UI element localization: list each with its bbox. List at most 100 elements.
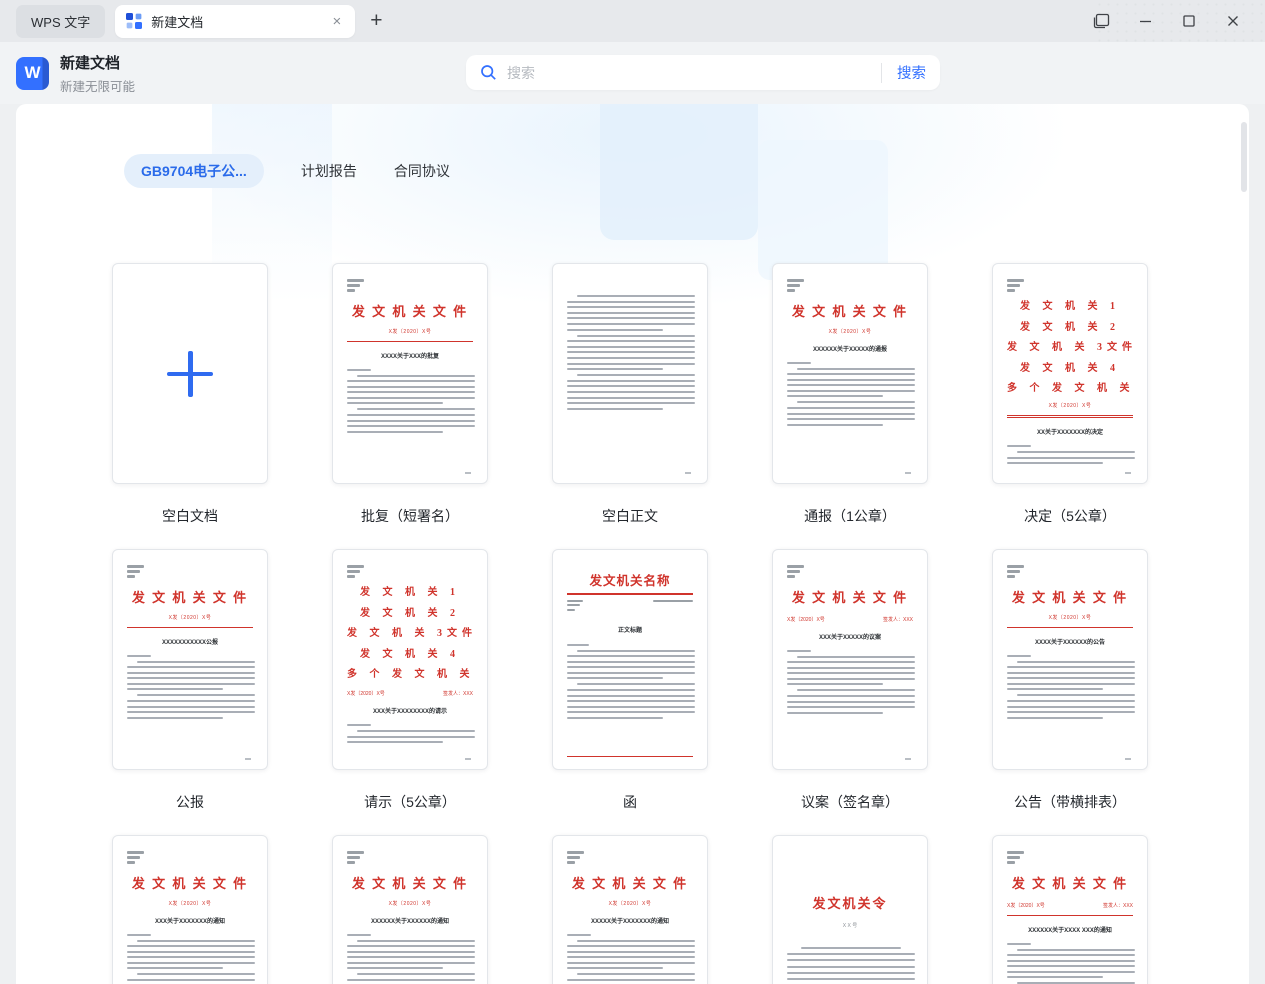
template-thumbnail[interactable]: 发 文 机 关 文 件 X发〔2020〕X号 XXXXXX关于XXXXXX的通知 xyxy=(332,835,488,984)
text-line-decor xyxy=(1007,677,1135,680)
issue-number: X发〔2020〕X号 xyxy=(388,900,432,907)
body-text-block xyxy=(567,295,695,410)
text-line-decor xyxy=(787,407,915,410)
workspace-windows-icon[interactable] xyxy=(1079,0,1123,42)
text-line-decor xyxy=(347,933,371,936)
template-thumbnail[interactable]: 发 文 机 关 文 件 X发〔2020〕X号 XXX关于XXXXXXX的通知 xyxy=(112,835,268,984)
template-thumbnail[interactable]: 发 文 机 关 文 件 X发〔2020〕X号 签发人：XXX XXXXXX关于XXXX… xyxy=(992,835,1148,984)
text-line-decor xyxy=(347,945,475,948)
letterhead-org-title: 发文机关名称 xyxy=(589,574,671,588)
text-line-decor xyxy=(347,279,364,282)
text-line-decor xyxy=(127,961,255,964)
issue-number: X发〔2020〕X号 xyxy=(787,616,825,623)
text-line-decor xyxy=(347,391,475,394)
text-line-decor xyxy=(1007,682,1135,685)
document-tab-new-document[interactable]: 新建文档 × xyxy=(115,4,356,38)
text-line-decor xyxy=(787,677,915,680)
search-input[interactable] xyxy=(507,64,875,81)
issuing-org-line: 多 个 发 文 机 关 xyxy=(347,669,475,680)
search-button[interactable]: 搜索 xyxy=(897,62,926,83)
category-tabs: GB9704电子公... 计划报告 合同协议 xyxy=(16,104,1249,188)
template-grid: 空白文档发 文 机 关 文 件 X发〔2020〕X号 XXXX关于XXX的批复 批复（… xyxy=(112,263,1249,984)
issue-number: X发〔2020〕X号 xyxy=(388,328,432,335)
text-line-decor xyxy=(1017,660,1135,663)
scrollbar-thumb[interactable] xyxy=(1241,122,1247,192)
page-header: W 新建文档 新建无限可能 搜索 xyxy=(0,42,1265,104)
text-line-decor xyxy=(1007,671,1135,674)
minimize-button[interactable] xyxy=(1123,0,1167,42)
template-label: 批复（短署名） xyxy=(361,508,459,524)
text-line-decor xyxy=(567,390,695,393)
new-tab-button[interactable]: + xyxy=(370,9,382,33)
text-line-decor xyxy=(577,683,695,686)
text-line-decor xyxy=(787,378,915,381)
window-controls xyxy=(1079,0,1265,42)
template-card: 发 文 机 关 1 发 文 机 关 2 发 文 机 关 3文件发 文 机 关 4 多 … xyxy=(992,263,1148,549)
text-line-decor xyxy=(567,300,695,303)
template-thumbnail[interactable]: 发 文 机 关 文 件 X发〔2020〕X号 XXXX关于XXXXXX的公告 xyxy=(992,549,1148,770)
text-line-decor xyxy=(357,730,475,732)
issue-number: X发〔2020〕X号 xyxy=(1048,403,1092,409)
text-line-decor xyxy=(127,565,144,568)
text-line-decor xyxy=(137,660,255,663)
template-thumbnail[interactable]: 发 文 机 关 文 件 X发〔2020〕X号 签发人：XXX XXX关于XXXXX的议… xyxy=(772,549,928,770)
template-thumbnail[interactable] xyxy=(112,263,268,484)
signer-text: 签发人：XXX xyxy=(442,691,473,697)
text-line-decor xyxy=(1007,565,1024,568)
template-thumbnail[interactable]: 发 文 机 关 文 件 X发〔2020〕X号 XXXXXX关于XXXXX的通报 xyxy=(772,263,928,484)
text-line-decor xyxy=(787,700,915,703)
text-line-decor xyxy=(567,979,695,982)
template-thumbnail[interactable]: 发 文 机 关 文 件 X发〔2020〕X号 XXXX关于XXX的批复 xyxy=(332,263,488,484)
app-tab-wps-writer[interactable]: WPS 文字 xyxy=(16,4,106,38)
category-tab-plans-reports[interactable]: 计划报告 xyxy=(301,154,357,188)
text-line-decor xyxy=(567,666,695,669)
text-line-decor xyxy=(1007,705,1135,708)
text-line-decor xyxy=(787,672,915,675)
template-thumbnail[interactable] xyxy=(552,263,708,484)
text-line-decor xyxy=(567,967,663,970)
template-thumbnail[interactable]: 发文机关令 X X 号 xyxy=(772,835,928,984)
red-rule-bottom xyxy=(567,755,693,757)
maximize-button[interactable] xyxy=(1167,0,1211,42)
category-tab-gb9704[interactable]: GB9704电子公... xyxy=(124,154,264,188)
issuing-org-line: 发 文 机 关 3文件 xyxy=(1007,342,1137,353)
template-thumbnail[interactable]: 发 文 机 关 1 发 文 机 关 2 发 文 机 关 3文件发 文 机 关 4 多 … xyxy=(332,549,488,770)
template-thumbnail[interactable]: 发 文 机 关 文 件 X发〔2020〕X号 XXXXX关于XXXXXXX的通知 xyxy=(552,835,708,984)
red-org-title: 发 文 机 关 文 件 xyxy=(1011,589,1129,605)
text-line-decor xyxy=(1017,451,1135,453)
category-tab-contracts[interactable]: 合同协议 xyxy=(394,154,450,188)
text-line-decor xyxy=(127,967,223,970)
issue-number: X发〔2020〕X号 xyxy=(168,900,212,907)
plus-icon xyxy=(167,350,213,397)
page-number-mark xyxy=(905,758,911,760)
text-line-decor xyxy=(357,973,475,976)
text-line-decor xyxy=(1007,965,1135,968)
tab-close-icon[interactable]: × xyxy=(329,12,344,31)
text-line-decor xyxy=(347,724,371,726)
text-line-decor xyxy=(567,340,695,343)
text-line-decor xyxy=(787,289,795,292)
text-line-decor xyxy=(347,289,355,292)
template-thumbnail[interactable]: 发文机关名称 正文标题 xyxy=(552,549,708,770)
template-label: 空白正文 xyxy=(602,508,658,524)
text-line-decor xyxy=(347,385,475,388)
template-thumbnail[interactable]: 发 文 机 关 文 件 X发〔2020〕X号 XXXXXXXXXXX公报 xyxy=(112,549,268,770)
text-line-decor xyxy=(577,334,695,337)
template-card: 发 文 机 关 文 件 X发〔2020〕X号 XXXXXXXXXXX公报 公报 xyxy=(112,549,268,835)
text-line-decor xyxy=(347,741,443,744)
text-line-decor xyxy=(1007,654,1031,657)
text-line-decor xyxy=(787,423,883,426)
text-line-decor xyxy=(347,950,475,953)
text-line-decor xyxy=(1007,456,1135,459)
text-line-decor xyxy=(567,660,695,663)
red-org-title: 发 文 机 关 文 件 xyxy=(1011,875,1129,891)
template-thumbnail[interactable]: 发 文 机 关 1 发 文 机 关 2 发 文 机 关 3文件发 文 机 关 4 多 … xyxy=(992,263,1148,484)
text-line-decor xyxy=(567,861,575,864)
close-window-button[interactable] xyxy=(1211,0,1255,42)
red-double-rule xyxy=(1007,415,1133,418)
decree-number: X X 号 xyxy=(842,923,858,929)
text-line-decor xyxy=(567,945,695,948)
text-line-decor xyxy=(567,385,695,388)
text-line-decor xyxy=(1007,700,1135,703)
red-rule xyxy=(567,593,693,595)
